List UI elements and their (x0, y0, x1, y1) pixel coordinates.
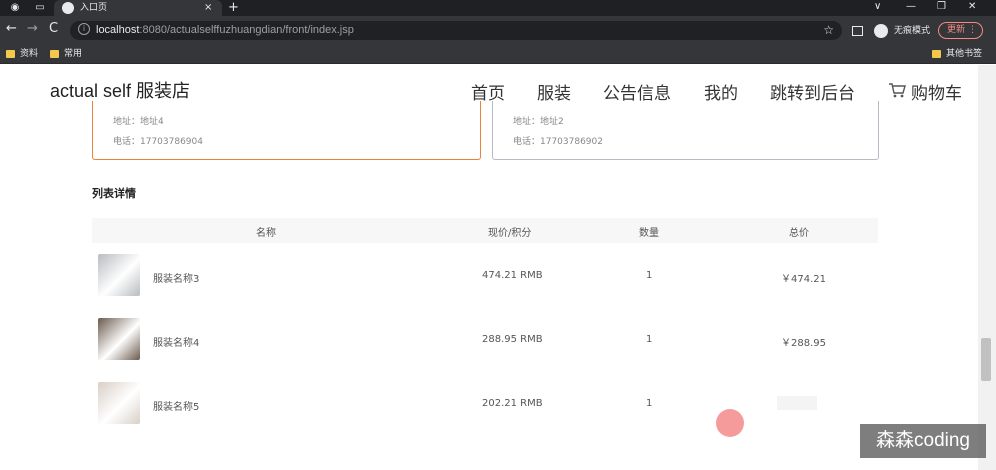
product-thumbnail[interactable] (98, 254, 140, 296)
cart-icon[interactable] (888, 81, 906, 99)
minimize-button[interactable]: — (906, 0, 916, 14)
section-title: 列表详情 (92, 187, 136, 200)
side-panel-icon[interactable] (852, 26, 863, 36)
phone-text: 电话：17703786904 (113, 137, 203, 147)
scrollbar-thumb[interactable] (981, 338, 991, 381)
watermark: 森森coding (860, 424, 986, 458)
product-thumbnail[interactable] (98, 318, 140, 360)
address-card-selected[interactable]: 地址：地址4 电话：17703786904 (92, 101, 481, 160)
tab-active[interactable]: 入口页 × (54, 0, 222, 16)
product-price: 202.21 RMB (482, 398, 543, 409)
product-name[interactable]: 服装名称4 (153, 334, 199, 349)
browser-toolbar: ← → C i localhost:8080/actualselffuzhuan… (0, 16, 996, 44)
tab-list-icon[interactable]: ∨ (874, 0, 881, 14)
more-icon: ⋮ (968, 25, 977, 35)
phone-text: 电话：17703786902 (513, 137, 603, 147)
nav-cart[interactable]: 购物车 (911, 79, 962, 104)
table-header: 名称 现价/积分 数量 总价 (92, 218, 878, 243)
bookmark-folder-ziliao[interactable]: 资料 (6, 47, 38, 61)
incognito-label: 无痕模式 (894, 26, 931, 36)
url-text[interactable]: localhost:8080/actualselffuzhuangdian/fr… (96, 23, 354, 37)
product-name[interactable]: 服装名称3 (153, 270, 199, 285)
bookmarks-bar: 资料 常用 其他书签 (0, 44, 996, 64)
chrome-menu-icon[interactable]: ◉ (4, 1, 26, 15)
column-header-total: 总价 (789, 228, 809, 239)
update-button[interactable]: 更新 ⋮ (938, 22, 983, 39)
bookmark-folder-other[interactable]: 其他书签 (932, 47, 982, 61)
tab-title: 入口页 (80, 3, 108, 13)
bookmark-folder-changyong[interactable]: 常用 (50, 47, 82, 61)
product-thumbnail[interactable] (98, 382, 140, 424)
page-scrollbar[interactable] (978, 65, 996, 470)
close-window-button[interactable]: ✕ (968, 0, 976, 14)
column-header-price: 现价/积分 (488, 228, 532, 239)
product-price: 474.21 RMB (482, 270, 543, 281)
address-bar[interactable]: i localhost:8080/actualselffuzhuangdian/… (70, 21, 842, 40)
column-header-name: 名称 (256, 228, 276, 239)
product-price: 288.95 RMB (482, 334, 543, 345)
blurred-total (777, 396, 817, 410)
product-qty: 1 (646, 398, 653, 409)
site-brand[interactable]: actual self 服装店 (50, 77, 190, 103)
product-qty: 1 (646, 270, 653, 281)
address-text: 地址：地址2 (513, 117, 564, 127)
forward-icon[interactable]: → (27, 21, 38, 37)
reload-icon[interactable]: C (49, 21, 58, 37)
address-text: 地址：地址4 (113, 117, 164, 127)
tab-search-icon[interactable]: ▭ (28, 1, 52, 15)
maximize-button[interactable]: ❐ (937, 0, 946, 14)
product-name[interactable]: 服装名称5 (153, 398, 199, 413)
tab-close-icon[interactable]: × (204, 1, 212, 15)
browser-tab-strip: ◉ ▭ 入口页 × + ∨ — ❐ ✕ (0, 0, 996, 16)
product-total: ￥474.21 (781, 274, 826, 285)
address-card[interactable]: 地址：地址2 电话：17703786902 (492, 101, 879, 160)
incognito-icon (874, 24, 888, 38)
new-tab-button[interactable]: + (228, 0, 239, 16)
column-header-qty: 数量 (639, 228, 659, 239)
update-label: 更新 (947, 25, 966, 35)
bookmark-star-icon[interactable]: ☆ (823, 22, 834, 38)
tab-favicon-icon (62, 2, 74, 14)
floating-button[interactable] (716, 409, 744, 437)
page-viewport: actual self 服装店 首页 服装 公告信息 我的 跳转到后台 购物车 … (0, 65, 996, 470)
product-qty: 1 (646, 334, 653, 345)
back-icon[interactable]: ← (6, 21, 17, 37)
product-total: ￥288.95 (781, 338, 826, 349)
site-info-icon[interactable]: i (78, 23, 90, 35)
